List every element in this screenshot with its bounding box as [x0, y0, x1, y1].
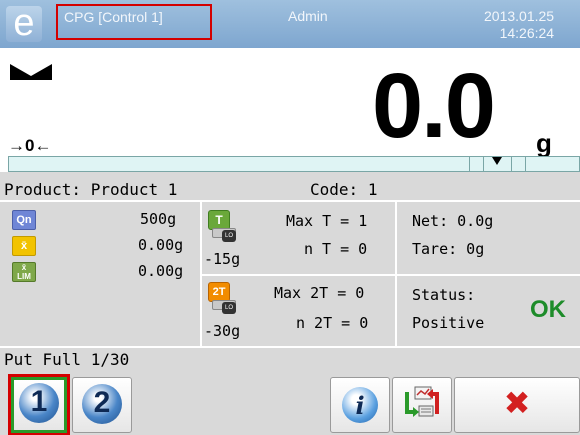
divider: [0, 200, 580, 202]
info-panel: [0, 172, 580, 372]
mean-limit-icon: x̄ LIM: [12, 262, 36, 282]
time-text: 14:26:24: [499, 25, 555, 41]
lo-badge-icon: LO: [222, 230, 236, 242]
logo-glyph: e: [13, 2, 35, 44]
button-2-label: 2: [93, 386, 111, 419]
n-t-count: n T = 0: [304, 240, 368, 258]
working-mode-label: CPG [Control 1]: [64, 9, 163, 25]
export-button[interactable]: [392, 377, 452, 433]
tare-weight: Tare: 0g: [412, 240, 485, 258]
button-1-label: 1: [30, 385, 48, 418]
ok-status-indicator: OK: [530, 296, 566, 323]
procedure-message: Put Full 1/30: [4, 350, 130, 369]
code-label: Code:: [310, 180, 359, 199]
info-label: i: [355, 391, 365, 420]
max-t-count: Max T = 1: [286, 212, 368, 230]
app-logo-icon[interactable]: e: [6, 2, 42, 44]
lo-badge-icon: LO: [222, 302, 236, 314]
2t-tolerance-value: -30g: [204, 322, 241, 340]
stability-marker-icon: [10, 64, 52, 80]
mean-limit-icon-top: x̄: [21, 263, 27, 272]
date-text: 2013.01.25: [484, 8, 555, 24]
product-line[interactable]: Product: Product 1: [4, 180, 177, 199]
bargraph-tick: [469, 157, 470, 171]
date-time: 2013.01.25 14:26:24: [484, 8, 554, 42]
weight-unit[interactable]: g: [536, 128, 552, 159]
status-label: Status:: [412, 286, 476, 304]
working-mode-selector[interactable]: CPG [Control 1]: [56, 4, 212, 40]
t-tolerance-value: -15g: [204, 250, 241, 268]
product-label: Product:: [4, 180, 82, 199]
mean-value: 0.00g: [138, 236, 184, 254]
close-icon: ✖: [503, 384, 531, 422]
bargraph-tick: [525, 157, 526, 171]
mean-value-icon: x̄: [12, 236, 36, 256]
status-value: Positive: [412, 314, 485, 332]
divider: [0, 346, 580, 348]
bargraph-tick: [483, 157, 484, 171]
nominal-quantity-value: 500g: [140, 210, 177, 228]
mean-limit-value: 0.00g: [138, 262, 184, 280]
product-name: Product 1: [90, 180, 178, 199]
divider: [200, 274, 580, 276]
n-2t-count: n 2T = 0: [296, 314, 369, 332]
cancel-button[interactable]: ✖: [454, 377, 580, 433]
zero-indicator: →0←: [8, 136, 52, 155]
info-button[interactable]: i: [330, 377, 390, 433]
button-1[interactable]: 1: [11, 377, 67, 433]
info-icon: i: [342, 387, 378, 423]
data-transfer-icon: [405, 386, 439, 417]
logged-user[interactable]: Admin: [288, 8, 328, 24]
button-2[interactable]: 2: [72, 377, 132, 433]
number-1-icon: 1: [19, 383, 59, 423]
weight-value: 0.0: [372, 55, 496, 157]
t-tolerance-icon: T: [208, 210, 230, 230]
nominal-quantity-icon: Qn: [12, 210, 36, 230]
bargraph-marker-icon: [492, 157, 502, 165]
mean-limit-icon-bottom: LIM: [17, 272, 31, 281]
max-2t-count: Max 2T = 0: [274, 284, 365, 302]
code-line: Code: 1: [310, 180, 377, 199]
code-value: 1: [367, 180, 378, 199]
bargraph-tick: [511, 157, 512, 171]
number-2-icon: 2: [82, 384, 122, 424]
net-weight: Net: 0.0g: [412, 212, 494, 230]
2t-tolerance-icon: 2T: [208, 282, 230, 302]
